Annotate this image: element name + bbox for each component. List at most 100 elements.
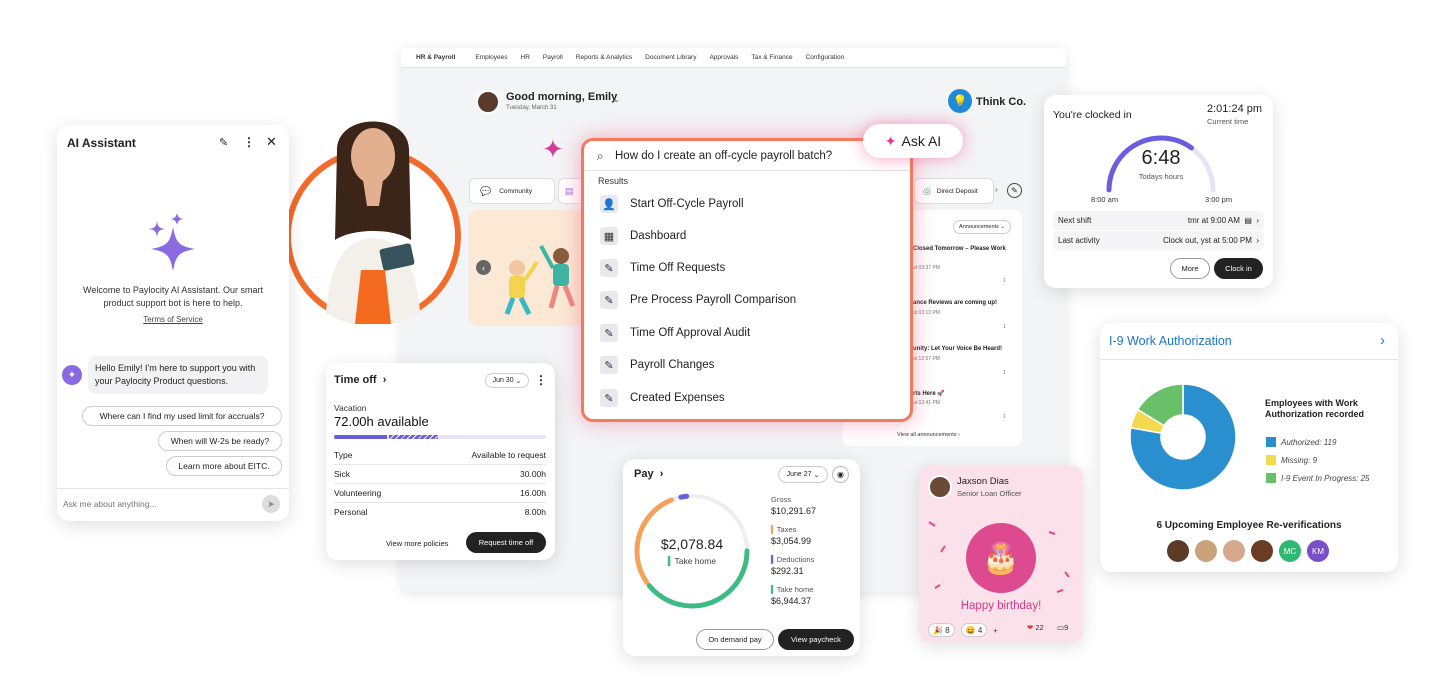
terms-link[interactable]: Terms of Service (57, 315, 289, 324)
shift-end: 3:00 pm (1205, 195, 1233, 204)
last-activity-row[interactable]: Last activity Clock out, yst at 5:00 PM … (1053, 231, 1264, 250)
result-item[interactable]: ▦ Dashboard (600, 224, 686, 248)
avatar[interactable]: KM (1307, 540, 1329, 562)
current-time-label: Current time (1207, 117, 1249, 126)
time-off-card: Time off › Jun 30 ⌄ ⋮ Vacation 72.00h av… (326, 363, 555, 560)
suggestion-chip[interactable]: Where can I find my used limit for accru… (82, 406, 282, 426)
pay-title[interactable]: Pay › (634, 468, 663, 480)
nav-item-approvals[interactable]: Approvals (709, 54, 738, 61)
nav-brand[interactable]: HR & Payroll (416, 54, 455, 61)
divider (57, 488, 289, 489)
avatar[interactable] (928, 475, 952, 499)
request-time-off-button[interactable]: Request time off (466, 532, 546, 553)
result-item[interactable]: ✎ Time Off Requests (600, 256, 725, 280)
divider (584, 170, 910, 171)
nav-item-payroll[interactable]: Payroll (543, 54, 563, 61)
col-type: Type (334, 450, 353, 460)
avatar-list: MC KM (1167, 540, 1329, 562)
gross-value: $10,291.67 (771, 506, 817, 516)
search-query[interactable]: How do I create an off-cycle payroll bat… (615, 150, 832, 162)
announcement-title[interactable]: unity: Let Your Voice Be Heard! (913, 346, 1002, 352)
clock-in-button[interactable]: Clock in (1214, 258, 1263, 279)
birthday-card: Jaxson Dias Senior Loan Officer 🎂 Happy … (919, 466, 1083, 642)
chat-icon: 💬 (480, 185, 492, 196)
date-select[interactable]: Jun 30 ⌄ (485, 373, 529, 388)
more-options-icon[interactable]: ⋮ (535, 373, 547, 387)
close-icon[interactable]: ✕ (266, 134, 277, 150)
view-paycheck-button[interactable]: View paycheck (778, 629, 854, 650)
search-icon: ⌕ (597, 149, 604, 163)
avatar[interactable] (1251, 540, 1273, 562)
result-item[interactable]: ✎ Time Off Approval Audit (600, 321, 750, 345)
time-off-title[interactable]: Time off › (334, 374, 386, 386)
result-item[interactable]: 👤 Start Off-Cycle Payroll (600, 192, 744, 216)
next-shift-row[interactable]: Next shift tmr at 9:00 AM ▤ › (1053, 211, 1264, 230)
party-reaction[interactable]: 🎉 8 (928, 623, 955, 637)
announcements-filter[interactable]: Announcements ⌄ (953, 220, 1011, 234)
suggestion-chip[interactable]: Learn more about EITC. (166, 456, 282, 476)
nav-item-document-library[interactable]: Document Library (645, 54, 696, 61)
table-row: Personal 8.00h (334, 507, 546, 517)
view-all-announcements-link[interactable]: View all announcements › (897, 432, 960, 438)
edit-icon[interactable]: ✎ (1007, 183, 1022, 198)
i9-donut-chart (1129, 383, 1237, 491)
view-more-policies-link[interactable]: View more policies (386, 539, 448, 548)
chart-title: Employees with Work Authorization record… (1265, 398, 1365, 419)
chat-input[interactable] (63, 496, 243, 512)
send-icon[interactable]: ➤ (262, 495, 280, 513)
result-item[interactable]: ✎ Pre Process Payroll Comparison (600, 288, 796, 312)
pay-date-select[interactable]: June 27 ⌄ (778, 466, 828, 483)
nav-item-reports[interactable]: Reports & Analytics (576, 54, 632, 61)
take-home-value: $6,944.37 (771, 596, 812, 606)
ask-ai-search-panel: ⌕ How do I create an off-cycle payroll b… (581, 138, 913, 422)
direct-deposit-link[interactable]: ◎ Direct Deposit (914, 178, 994, 204)
more-options-icon[interactable]: ⋮ (243, 135, 255, 149)
col-available: Available to request (471, 450, 546, 460)
gross-label: Gross (771, 495, 792, 504)
carousel-prev-icon[interactable]: ‹ (476, 260, 491, 275)
avatar[interactable]: MC (1279, 540, 1301, 562)
legend-item: I-9 Event In Progress: 25 (1266, 473, 1370, 483)
nav-item-employees[interactable]: Employees (475, 54, 507, 61)
more-button[interactable]: More (1170, 258, 1210, 279)
legend-item: Missing: 9 (1266, 455, 1317, 465)
announcement-time: at 02:41 PM (913, 400, 940, 406)
vacation-used-fill (334, 435, 387, 439)
edit-doc-icon: ✎ (600, 389, 618, 407)
edit-doc-icon: ✎ (600, 324, 618, 342)
announcement-title[interactable]: rts Here 🚀 (913, 390, 945, 397)
results-label: Results (598, 176, 629, 186)
ask-ai-button[interactable]: ✦ Ask AI (863, 124, 963, 158)
i9-title[interactable]: I-9 Work Authorization (1109, 334, 1232, 348)
comments-count[interactable]: ▭9 (1057, 623, 1068, 632)
announcement-title[interactable]: Closed Tomorrow – Please Work (913, 246, 1006, 252)
panel-title: AI Assistant (67, 136, 136, 150)
ai-assistant-panel: AI Assistant ✎ ⋮ ✕ Welcome to Paylocity … (57, 125, 289, 521)
result-item[interactable]: ✎ Created Expenses (600, 386, 725, 410)
avatar[interactable] (1167, 540, 1189, 562)
add-reaction-icon[interactable]: + (993, 626, 997, 635)
vacation-label: Vacation (334, 403, 367, 413)
nav-item-tax-finance[interactable]: Tax & Finance (751, 54, 792, 61)
result-item[interactable]: ✎ Payroll Changes (600, 353, 714, 377)
announcement-title[interactable]: ance Reviews are coming up! (913, 300, 997, 306)
eye-icon[interactable]: ◉ (832, 466, 849, 483)
community-link[interactable]: 💬 Community (469, 178, 555, 204)
chevron-right-icon[interactable]: › (1380, 332, 1385, 349)
avatar[interactable] (1195, 540, 1217, 562)
avatar[interactable] (1223, 540, 1245, 562)
laugh-reaction[interactable]: 😄 4 (960, 623, 988, 637)
edit-doc-icon: ✎ (600, 259, 618, 277)
on-demand-pay-button[interactable]: On demand pay (696, 629, 774, 650)
chevron-right-icon[interactable]: › (995, 185, 998, 194)
chevron-down-icon[interactable]: ⌄ (613, 95, 620, 104)
i9-card: I-9 Work Authorization › Employees with … (1100, 323, 1398, 572)
new-chat-icon[interactable]: ✎ (219, 136, 228, 149)
heart-reaction[interactable]: ❤ 22 (1027, 623, 1044, 632)
suggestion-chip[interactable]: When will W-2s be ready? (158, 431, 282, 451)
hours-value: 6:48 (1141, 147, 1181, 169)
nav-item-configuration[interactable]: Configuration (806, 54, 845, 61)
hours-label: Todays hours (1138, 172, 1184, 181)
nav-item-hr[interactable]: HR (521, 54, 530, 61)
user-avatar[interactable] (476, 90, 500, 114)
